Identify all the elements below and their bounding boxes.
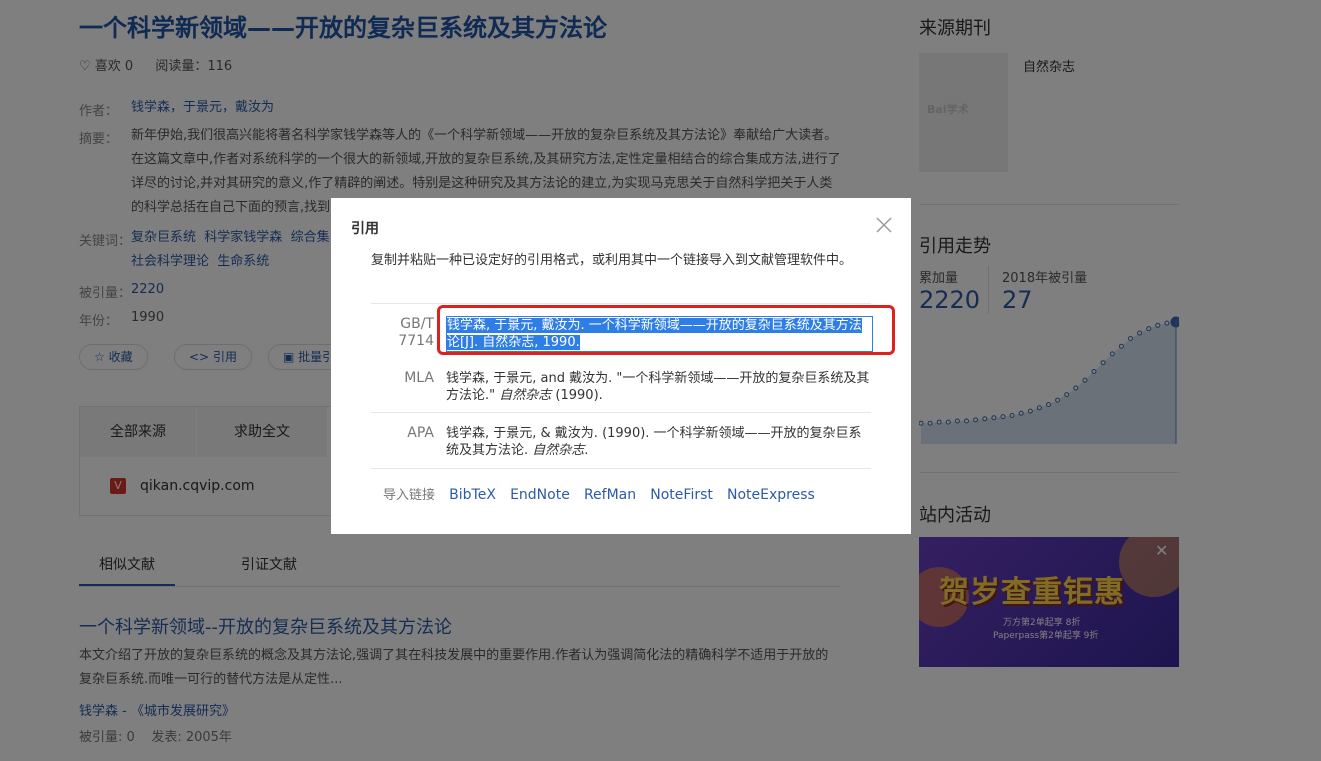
close-icon[interactable]: [875, 216, 893, 234]
citation-text-mla[interactable]: 钱学森, 于景元, and 戴汝为. "一个科学新领域——开放的复杂巨系统及其方…: [446, 370, 871, 404]
citation-format-label: MLA: [404, 370, 434, 386]
mla-tail: (1990).: [551, 388, 603, 403]
import-label: 导入链接: [383, 488, 436, 503]
import-bibtex-link[interactable]: BibTeX: [449, 487, 496, 503]
dialog-divider: [371, 468, 871, 469]
dialog-title: 引用: [351, 221, 379, 237]
citation-row-apa: APA 钱学森, 于景元, & 戴汝为. (1990). 一个科学新领域——开放…: [371, 412, 871, 469]
apa-journal: 自然杂志: [532, 443, 585, 458]
import-endnote-link[interactable]: EndNote: [510, 487, 570, 503]
import-refman-link[interactable]: RefMan: [584, 487, 636, 503]
import-noteexpress-link[interactable]: NoteExpress: [727, 487, 815, 503]
import-notefirst-link[interactable]: NoteFirst: [650, 487, 713, 503]
cite-dialog: 引用 复制并粘贴一种已设定好的引用格式，或利用其中一个链接导入到文献管理软件中。…: [331, 198, 911, 534]
citation-format-label: APA: [407, 425, 434, 441]
citation-format-label: GB/T 7714: [398, 316, 434, 349]
mla-journal: 自然杂志: [499, 388, 552, 403]
dialog-description: 复制并粘贴一种已设定好的引用格式，或利用其中一个链接导入到文献管理软件中。: [371, 253, 853, 268]
import-links: 导入链接 BibTeX EndNote RefMan NoteFirst Not…: [383, 484, 815, 503]
highlight-box: [437, 305, 895, 355]
citation-text-apa[interactable]: 钱学森, 于景元, & 戴汝为. (1990). 一个科学新领域——开放的复杂巨…: [446, 425, 871, 459]
apa-main: 钱学森, 于景元, & 戴汝为. (1990). 一个科学新领域——开放的复杂巨…: [446, 426, 862, 458]
apa-tail: .: [584, 443, 589, 458]
citation-row-mla: MLA 钱学森, 于景元, and 戴汝为. "一个科学新领域——开放的复杂巨系…: [371, 358, 871, 412]
